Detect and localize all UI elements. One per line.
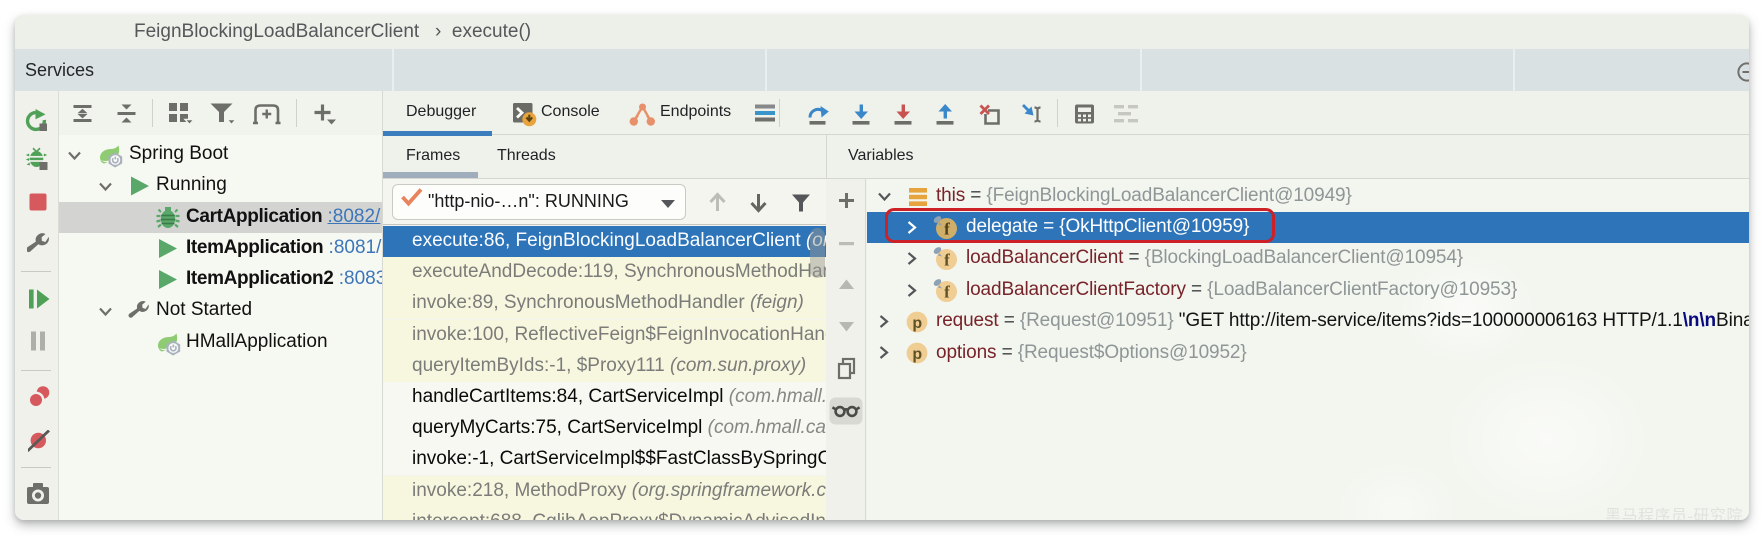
svg-text:f: f [944,283,950,302]
svg-text:f: f [944,220,950,239]
svg-text:p: p [912,315,922,332]
svg-text:f: f [944,251,950,270]
svg-text:p: p [912,346,922,363]
